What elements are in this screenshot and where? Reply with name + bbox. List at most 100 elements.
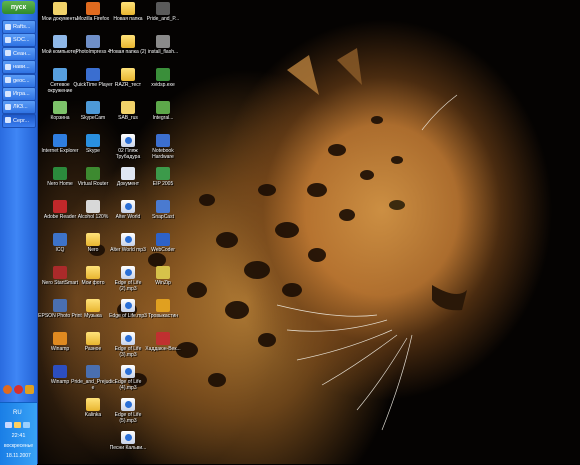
video-icon <box>156 2 170 15</box>
adobe-reader-icon <box>53 200 67 213</box>
desktop-shortcut-label: Edge of Life (4).mp3 <box>114 379 142 391</box>
start-button[interactable]: пуск <box>2 1 35 14</box>
desktop-shortcut[interactable]: Тровыкастин <box>141 298 185 332</box>
mp3-icon <box>121 266 135 279</box>
winzip-icon <box>156 266 170 279</box>
window-icon <box>5 90 11 97</box>
desktop-shortcut[interactable]: install_flash... <box>141 34 185 68</box>
desktop-shortcut-label: Notebook Hardware <box>152 148 174 160</box>
window-icon <box>5 117 11 124</box>
taskbar-button[interactable]: Rafts... <box>2 20 36 34</box>
taskbar-button[interactable]: SOC... <box>2 33 36 48</box>
folder-icon <box>86 398 100 411</box>
taskbar-button[interactable]: нави... <box>2 60 36 75</box>
desktop-shortcut[interactable]: WinZip <box>141 265 185 299</box>
window-icon <box>5 23 11 30</box>
desktop-shortcut[interactable]: xvidsp.exe <box>141 67 185 101</box>
window-icon <box>5 50 11 57</box>
router-icon <box>86 167 100 180</box>
taskbar-button-label: Сеан... <box>13 50 31 57</box>
skype-icon <box>86 134 100 147</box>
system-tray: RU 22:41 воскресенье 18.11.2007 <box>0 402 37 465</box>
language-indicator[interactable]: RU <box>13 410 22 416</box>
desktop-shortcut[interactable]: Pride_and_P... <box>141 1 185 35</box>
mp3-icon <box>121 299 135 312</box>
desktop-shortcut[interactable]: SnapCast <box>141 199 185 233</box>
desktop-shortcut[interactable]: Integral... <box>141 100 185 134</box>
window-icon <box>5 77 11 84</box>
folder-icon <box>86 233 100 246</box>
taskbar-button-label: Игра... <box>13 91 30 97</box>
video-icon <box>86 365 100 378</box>
desktop-shortcut[interactable]: Notebook Hardware <box>141 133 185 167</box>
desktop-shortcut-label: Тровыкастин <box>147 313 178 319</box>
taskbar-button-label: нави... <box>13 64 30 71</box>
desktop-shortcut-label: Хаддаюн-Век... <box>145 346 181 352</box>
taskbar-button[interactable]: Игра... <box>2 87 36 101</box>
game-icon <box>156 332 170 345</box>
photoimpression-icon <box>86 35 100 48</box>
taskbar-button[interactable]: geoc... <box>2 73 36 88</box>
recycle-bin-icon <box>53 101 67 114</box>
window-icon <box>5 103 11 110</box>
clock-day: воскресенье <box>3 443 34 449</box>
desktop-shortcut[interactable]: Хаддаюн-Век... <box>141 331 185 365</box>
nero-startsmart-icon <box>53 266 67 279</box>
taskbar-button[interactable]: ЛКЗ... <box>2 100 36 115</box>
folder-icon <box>121 2 135 15</box>
document-icon <box>121 167 135 180</box>
folder-icon <box>86 332 100 345</box>
desktop-shortcut-label: Песни Кальви... <box>109 445 147 451</box>
my-documents-icon <box>53 2 67 15</box>
desktop-shortcut-label: Edge of Life (5).mp3 <box>114 412 142 424</box>
app-icon <box>156 299 170 312</box>
desktop-shortcut-label: EIP 2005 <box>152 181 174 187</box>
snapcast-icon <box>156 200 170 213</box>
skypecam-icon <box>86 101 100 114</box>
taskbar-button[interactable]: Сеан... <box>2 46 36 61</box>
eip-icon <box>156 167 170 180</box>
mp3-icon <box>121 332 135 345</box>
my-computer-icon <box>53 35 67 48</box>
icq-icon <box>53 233 67 246</box>
desktop-shortcut[interactable]: Edge of Life (4).mp3 <box>106 364 150 398</box>
desktop-shortcut-label: Pride_and_P... <box>146 16 180 22</box>
integral-icon <box>156 101 170 114</box>
taskbar-button-label: Серг... <box>13 117 30 124</box>
notebook-icon <box>156 134 170 147</box>
mp3-icon <box>121 365 135 378</box>
desktop-shortcut[interactable]: EIP 2005 <box>141 166 185 200</box>
desktop-shortcut-label: WebCoder <box>151 247 175 253</box>
desktop-shortcut-label: xvidsp.exe <box>151 82 175 88</box>
desktop-shortcut[interactable]: Песни Кальви... <box>106 430 150 464</box>
network-tray-icon[interactable] <box>5 422 12 428</box>
firefox-icon <box>86 2 100 15</box>
firefox-icon[interactable] <box>3 385 12 394</box>
desktop-shortcut[interactable]: WebCoder <box>141 232 185 266</box>
taskbar: пуск Rafts... SOC... Сеан... нави... geoc...… <box>0 0 38 465</box>
mp3-icon <box>121 431 135 444</box>
taskbar-button-label: geoc... <box>13 77 30 84</box>
folder-icon <box>86 299 100 312</box>
taskbar-button[interactable]: Серг... <box>2 113 36 128</box>
winamp-icon <box>53 332 67 345</box>
desktop-shortcut-label: WinZip <box>155 280 171 286</box>
quicktime-icon <box>86 68 100 81</box>
mp3-icon <box>121 134 135 147</box>
volume-tray-icon[interactable] <box>14 422 21 428</box>
clock-time[interactable]: 22:41 <box>0 433 37 439</box>
internet-explorer-icon <box>53 134 67 147</box>
folder-icon <box>86 266 100 279</box>
epson-icon <box>53 299 67 312</box>
alcohol-icon <box>86 200 100 213</box>
desktop-shortcut[interactable]: Edge of Life (5).mp3 <box>106 397 150 431</box>
clock-date: 18.11.2007 <box>6 453 31 459</box>
monitor-tray-icon[interactable] <box>23 422 30 428</box>
taskbar-button-label: ЛКЗ... <box>13 104 28 111</box>
webcoder-icon <box>156 233 170 246</box>
winamp-icon[interactable] <box>25 385 34 394</box>
mp3-icon <box>121 200 135 213</box>
sab-icon <box>121 101 135 114</box>
opera-icon[interactable] <box>14 385 23 394</box>
window-icon <box>5 36 11 43</box>
